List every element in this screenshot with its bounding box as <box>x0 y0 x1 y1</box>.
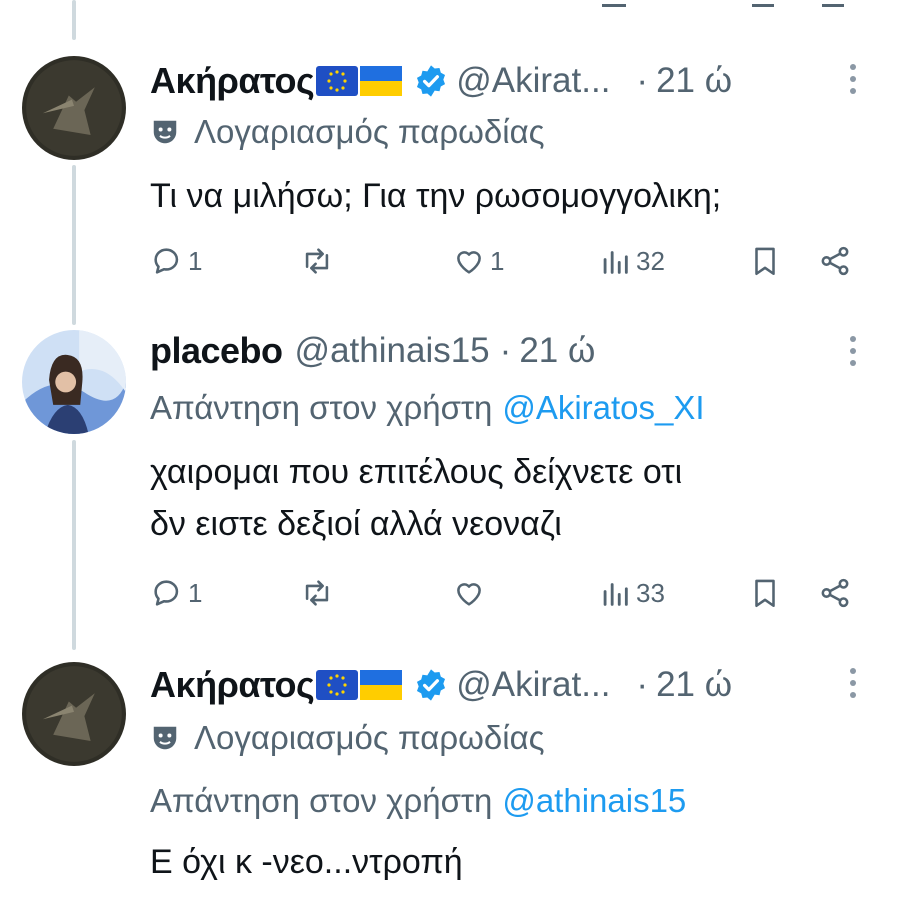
user-handle[interactable]: @Akirat... <box>456 61 610 101</box>
share-icon <box>821 246 849 276</box>
speech-bubble-icon <box>154 580 179 606</box>
bookmark-icon <box>755 247 775 276</box>
action-bar: 1 1 32 <box>150 244 860 284</box>
more-vertical-icon[interactable] <box>848 336 858 366</box>
separator-dot: · <box>636 61 649 100</box>
mention-link[interactable]: @Akiratos_XI <box>502 389 704 427</box>
reply-count: 1 <box>188 245 203 276</box>
tweet-text-line: Ε όχι κ -νεο...ντροπή <box>150 843 463 881</box>
bookmark-icon <box>752 0 774 7</box>
reply-context: Απάντηση στον χρήστη @athinais15 <box>150 778 686 824</box>
thread-line <box>72 165 76 325</box>
timestamp[interactable]: 21 ώ <box>519 331 595 371</box>
theater-mask-icon <box>153 120 177 144</box>
avatar[interactable] <box>22 330 126 434</box>
heart-icon <box>457 583 481 606</box>
reply-button[interactable]: 1 <box>150 244 202 278</box>
user-handle[interactable]: @athinais15 <box>295 331 490 371</box>
separator-dot: · <box>499 331 512 370</box>
reply-prefix: Απάντηση στον χρήστη <box>150 389 493 426</box>
flag-emojis <box>316 670 403 700</box>
user-handle[interactable]: @Akirat... <box>456 665 610 705</box>
avatar[interactable] <box>22 56 126 160</box>
bookmark-button[interactable] <box>748 244 782 278</box>
repost-arrows-icon <box>305 248 329 274</box>
eu-flag-icon <box>316 66 359 96</box>
eu-flag-icon <box>316 670 359 700</box>
share-icon <box>821 578 849 608</box>
heart-icon <box>457 251 481 274</box>
tweet-text: Ε όχι κ -νεο...ντροπή <box>150 836 463 888</box>
parody-label: Λογαριασμός παρωδίας <box>194 719 545 756</box>
bookmark-icon <box>755 579 775 608</box>
share-icon <box>822 0 844 7</box>
repost-arrows-icon <box>305 580 329 606</box>
previous-tweet-actions <box>150 0 860 7</box>
ukraine-flag-icon <box>360 66 403 96</box>
display-name[interactable]: Ακήρατος <box>150 60 315 102</box>
repost-button[interactable] <box>300 244 338 278</box>
like-button[interactable]: 1 <box>452 244 504 278</box>
bar-chart-icon <box>603 251 628 274</box>
like-button[interactable] <box>452 576 490 610</box>
view-count: 32 <box>636 245 665 276</box>
reply-button[interactable]: 1 <box>150 576 202 610</box>
thread-line <box>72 440 76 650</box>
reply-context: Απάντηση στον χρήστη @Akiratos_XI <box>150 385 705 431</box>
more-vertical-icon[interactable] <box>848 668 858 698</box>
tweet-text-line: χαιρομαι που επιτέλους δείχνετε οτι <box>150 453 683 491</box>
flag-emojis <box>316 66 403 96</box>
thread-line <box>72 0 76 40</box>
tweet-text-line: δν ειστε δεξιοί αλλά νεοναζι <box>150 505 562 543</box>
verified-badge-icon <box>417 65 446 97</box>
tweet-text-line: Τι να μιλήσω; Για την ρωσομογγολικη; <box>150 177 722 215</box>
reply-count: 1 <box>188 577 203 608</box>
view-count: 33 <box>636 577 665 608</box>
bar-chart-icon <box>602 0 626 7</box>
timestamp[interactable]: 21 ώ <box>656 61 732 101</box>
share-button[interactable] <box>818 576 852 610</box>
theater-mask-icon <box>153 726 177 750</box>
like-count: 1 <box>490 245 505 276</box>
repost-button[interactable] <box>300 576 338 610</box>
more-vertical-icon[interactable] <box>848 64 858 94</box>
separator-dot: · <box>636 665 649 704</box>
views-button[interactable]: 32 <box>598 244 665 278</box>
speech-bubble-icon <box>154 248 179 274</box>
views-button[interactable]: 33 <box>598 576 665 610</box>
verified-badge-icon <box>417 669 446 701</box>
display-name[interactable]: placebo <box>150 330 283 372</box>
avatar[interactable] <box>22 662 126 766</box>
display-name[interactable]: Ακήρατος <box>150 664 315 706</box>
tweet-text: χαιρομαι που επιτέλους δείχνετε οτι δν ε… <box>150 446 682 550</box>
mention-link[interactable]: @athinais15 <box>502 782 686 820</box>
bar-chart-icon <box>603 583 628 606</box>
timestamp[interactable]: 21 ώ <box>656 665 732 705</box>
bookmark-button[interactable] <box>748 576 782 610</box>
parody-label: Λογαριασμός παρωδίας <box>194 113 545 150</box>
ukraine-flag-icon <box>360 670 403 700</box>
tweet-text: Τι να μιλήσω; Για την ρωσομογγολικη; <box>150 170 721 222</box>
share-button[interactable] <box>818 244 852 278</box>
action-bar: 1 33 <box>150 576 860 616</box>
reply-prefix: Απάντηση στον χρήστη <box>150 782 493 819</box>
